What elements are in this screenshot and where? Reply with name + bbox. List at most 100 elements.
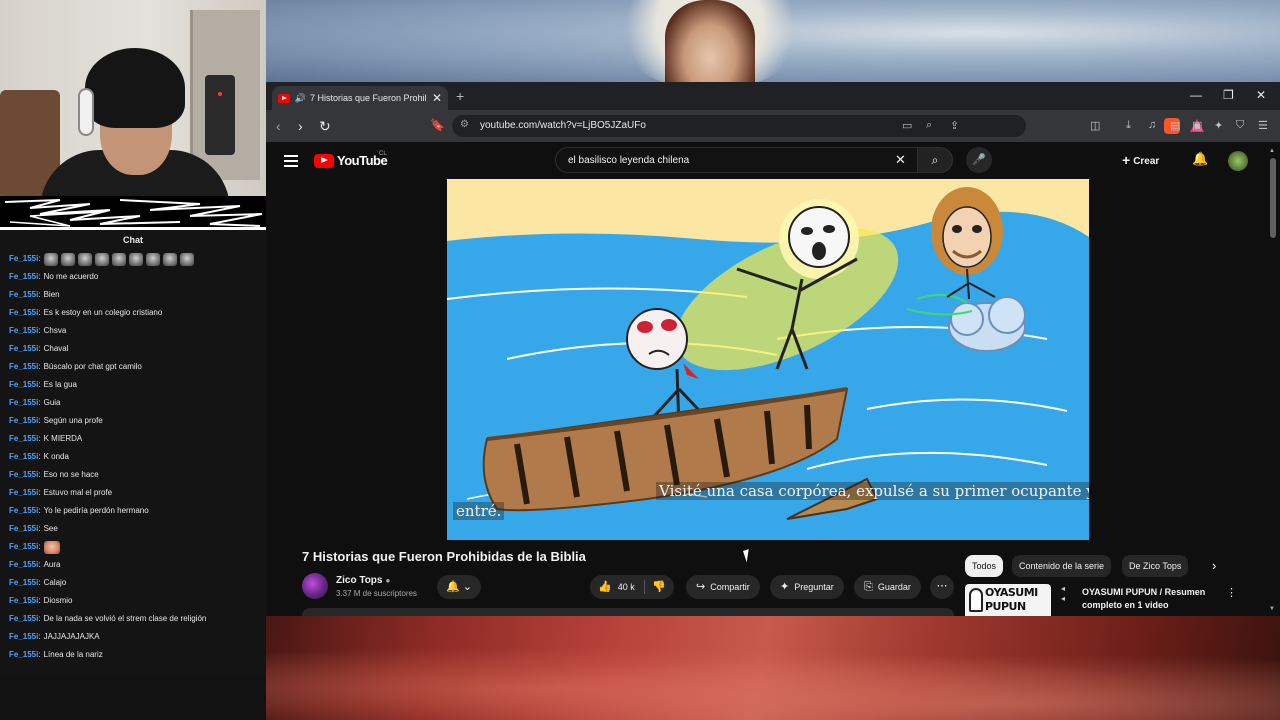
subtitle-line-2: entré.: [453, 502, 505, 520]
menu-icon[interactable]: ☰: [1258, 119, 1268, 132]
reload-icon[interactable]: ↻: [319, 118, 331, 135]
chat-username[interactable]: Fe_155i: [9, 574, 38, 592]
chat-username[interactable]: Fe_155i: [9, 250, 38, 268]
leo-ai-icon[interactable]: ✦: [1214, 119, 1223, 132]
scrollbar-thumb[interactable]: [1270, 158, 1276, 238]
channel-avatar[interactable]: [302, 573, 328, 599]
chat-text: Yo le pediría perdón hermano: [43, 506, 149, 515]
youtube-logo[interactable]: YouTube: [314, 153, 388, 168]
vpn-icon[interactable]: ⛉: [1236, 119, 1244, 132]
dislike-button[interactable]: 👎: [652, 575, 666, 599]
chat-username[interactable]: Fe_155i: [9, 430, 38, 448]
zoom-icon[interactable]: ⌕: [926, 119, 932, 132]
screenshot-icon[interactable]: ◫: [1090, 119, 1100, 132]
chevron-right-icon[interactable]: ›: [1212, 558, 1216, 573]
chat-username[interactable]: Fe_155i: [9, 412, 38, 430]
site-info-icon[interactable]: ⚙: [460, 119, 469, 130]
wallet-icon[interactable]: ▣: [1192, 119, 1202, 132]
recommendation-menu-icon[interactable]: ⋮: [1226, 586, 1237, 599]
chat-username[interactable]: Fe_155i: [9, 556, 38, 574]
like-button[interactable]: 👍 40 k: [598, 575, 635, 599]
video-player[interactable]: Visité una casa corpórea, expulsé a su p…: [447, 179, 1089, 540]
chat-username[interactable]: Fe_155i: [9, 520, 38, 538]
address-url: youtube.com/watch?v=LjBO5JZaUFo: [480, 120, 646, 131]
cast-icon[interactable]: ▭: [902, 119, 912, 132]
chat-separator: :: [38, 290, 41, 299]
page-scrollbar[interactable]: ▲ ▼: [1269, 148, 1276, 616]
subscribed-notifications-button[interactable]: 🔔 ⌄: [437, 575, 481, 599]
scroll-down-icon[interactable]: ▼: [1269, 606, 1275, 612]
chat-text: No me acuerdo: [43, 272, 99, 281]
chat-username[interactable]: Fe_155i: [9, 358, 38, 376]
chat-username[interactable]: Fe_155i: [9, 628, 38, 646]
chat-text: Búscalo por chat gpt camilo: [43, 362, 142, 371]
voice-search-button[interactable]: 🎤: [966, 147, 992, 173]
chat-username[interactable]: Fe_155i: [9, 322, 38, 340]
ask-button[interactable]: ✦ Preguntar: [770, 575, 844, 599]
chat-username[interactable]: Fe_155i: [9, 646, 38, 664]
download-icon[interactable]: ⤓: [1126, 119, 1131, 132]
chat-text: Es k estoy en un colegio cristiano: [43, 308, 163, 317]
user-avatar[interactable]: [1228, 151, 1248, 171]
bookmark-icon[interactable]: 🔖: [430, 118, 445, 132]
chat-message: Fe_155i: Es la gua: [9, 376, 266, 394]
chat-username[interactable]: Fe_155i: [9, 592, 38, 610]
minimize-button[interactable]: —: [1190, 88, 1202, 102]
like-dislike-group: 👍 40 k 👎: [590, 575, 674, 599]
chip-contenido-serie[interactable]: Contenido de la serie: [1012, 555, 1112, 577]
chip-de-zico-tops[interactable]: De Zico Tops: [1122, 555, 1189, 577]
recommendation-thumbnail[interactable]: OYASUMI PUPUN: [965, 584, 1051, 616]
chip-todos[interactable]: Todos: [965, 555, 1004, 577]
chat-username[interactable]: Fe_155i: [9, 502, 38, 520]
recommendation-title[interactable]: OYASUMI PUPUN / Resumen completo en 1 vi…: [1082, 586, 1212, 612]
new-tab-button[interactable]: +: [456, 88, 464, 104]
channel-name[interactable]: Zico Tops ●: [336, 575, 390, 586]
maximize-button[interactable]: ❐: [1223, 88, 1234, 102]
chat-message: Fe_155i: Chsva: [9, 322, 266, 340]
chat-username[interactable]: Fe_155i: [9, 268, 38, 286]
chat-text: Calajo: [43, 578, 67, 587]
chat-message: Fe_155i: De la nada se volvió el strem cl…: [9, 610, 266, 628]
chat-username[interactable]: Fe_155i: [9, 286, 38, 304]
chat-separator: :: [38, 452, 41, 461]
chat-message: Fe_155i: Yo le pediría perdón hermano: [9, 502, 266, 520]
back-icon[interactable]: ‹: [276, 118, 281, 134]
chat-title: Chat: [123, 235, 143, 245]
chat-separator: :: [38, 326, 41, 335]
share-button[interactable]: ↪ Compartir: [686, 575, 760, 599]
chat-username[interactable]: Fe_155i: [9, 304, 38, 322]
share-page-icon[interactable]: ⇪: [950, 119, 959, 132]
save-button[interactable]: ⎘ Guardar: [854, 575, 921, 599]
tab-youtube[interactable]: 🔊 7 Historias que Fueron Prohibidas de l…: [272, 86, 448, 110]
chat-username[interactable]: Fe_155i: [9, 340, 38, 358]
create-label: Crear: [1133, 156, 1160, 167]
chat-username[interactable]: Fe_155i: [9, 484, 38, 502]
search-input[interactable]: el basilisco leyenda chilena ✕: [555, 147, 917, 173]
country-code: CL: [379, 151, 387, 157]
chat-separator: :: [38, 470, 41, 479]
close-tab-icon[interactable]: ✕: [432, 91, 442, 105]
notifications-bell-icon[interactable]: 🔔: [1192, 151, 1208, 167]
description-box[interactable]: [302, 608, 954, 616]
sidebar-icon[interactable]: ▤: [1170, 119, 1180, 132]
chat-text: Es la gua: [43, 380, 77, 389]
clear-search-icon[interactable]: ✕: [895, 152, 906, 168]
address-bar[interactable]: ⚙ youtube.com/watch?v=LjBO5JZaUFo ▭ ⌕ ⇪: [452, 115, 1204, 137]
speaker-icon[interactable]: 🔊: [295, 93, 306, 104]
close-window-button[interactable]: ✕: [1256, 88, 1266, 102]
forward-icon[interactable]: ›: [298, 118, 303, 134]
bookmark-save-icon: ⎘: [864, 581, 873, 593]
hamburger-menu-icon[interactable]: [284, 152, 298, 170]
chat-username[interactable]: Fe_155i: [9, 376, 38, 394]
chat-username[interactable]: Fe_155i: [9, 448, 38, 466]
search-button[interactable]: ⌕: [917, 147, 953, 173]
scroll-up-icon[interactable]: ▲: [1269, 148, 1275, 154]
music-icon[interactable]: ♫: [1148, 119, 1156, 131]
chat-username[interactable]: Fe_155i: [9, 610, 38, 628]
create-button[interactable]: + Crear: [1122, 152, 1159, 168]
chat-username[interactable]: Fe_155i: [9, 466, 38, 484]
chat-username[interactable]: Fe_155i: [9, 394, 38, 412]
chat-separator: :: [38, 416, 41, 425]
more-actions-button[interactable]: ⋯: [930, 575, 954, 599]
chat-username[interactable]: Fe_155i: [9, 538, 38, 556]
